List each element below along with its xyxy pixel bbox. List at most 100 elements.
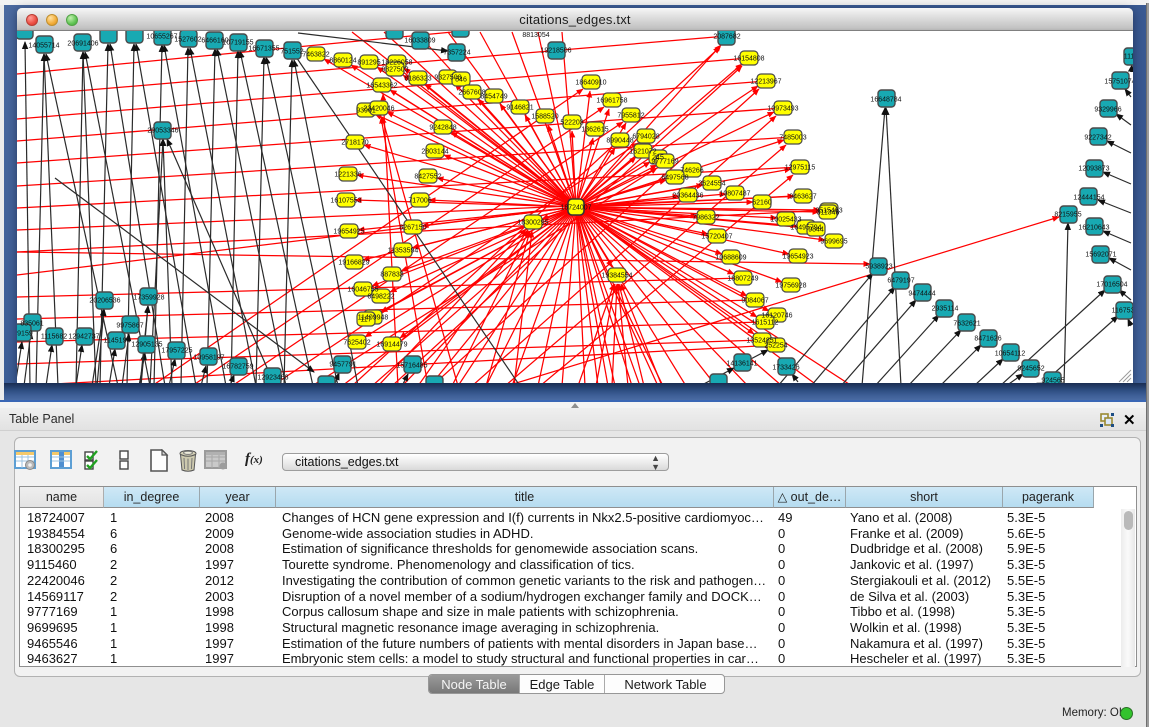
svg-text:7463822: 7463822	[302, 52, 329, 59]
svg-text:1527602: 1527602	[174, 37, 201, 44]
svg-text:8267150: 8267150	[399, 225, 426, 232]
svg-text:18300295: 18300295	[517, 220, 548, 227]
svg-text:8860124: 8860124	[329, 58, 356, 65]
svg-text:6794028: 6794028	[632, 134, 659, 141]
svg-text:20206536: 20206536	[89, 298, 120, 305]
svg-text:23420046: 23420046	[363, 106, 394, 113]
svg-text:15716485: 15716485	[396, 363, 427, 370]
svg-text:1145194: 1145194	[104, 338, 131, 345]
svg-text:16648784: 16648784	[870, 97, 901, 104]
svg-text:891295: 891295	[357, 60, 380, 67]
svg-text:717006: 717006	[408, 198, 431, 205]
svg-text:19384554: 19384554	[601, 273, 632, 280]
svg-text:8186323: 8186323	[404, 76, 431, 83]
svg-text:9827503: 9827503	[381, 67, 408, 74]
svg-text:16210643: 16210643	[1078, 225, 1109, 232]
svg-text:12942737: 12942737	[68, 334, 99, 341]
svg-text:19166829: 19166829	[338, 260, 369, 267]
svg-text:17016504: 17016504	[1096, 282, 1127, 289]
svg-text:19756928: 19756928	[775, 283, 806, 290]
svg-text:16033809: 16033809	[404, 38, 435, 45]
svg-text:9777169: 9777169	[651, 159, 678, 166]
svg-text:16914479: 16914479	[376, 342, 407, 349]
svg-text:9329966: 9329966	[1094, 107, 1121, 114]
svg-text:9975867: 9975867	[116, 323, 143, 330]
svg-text:20364436: 20364436	[672, 193, 703, 200]
svg-text:39159: 39159	[17, 331, 33, 338]
svg-text:12975115: 12975115	[785, 165, 816, 172]
svg-text:1115682: 1115682	[41, 334, 67, 341]
svg-text:19654923: 19654923	[782, 254, 813, 261]
svg-text:18640910: 18640910	[575, 80, 606, 87]
svg-text:1733426: 1733426	[772, 365, 799, 372]
svg-text:7955812: 7955812	[617, 113, 644, 120]
svg-text:1588520: 1588520	[531, 114, 558, 121]
svg-text:3624554: 3624554	[698, 181, 725, 188]
svg-text:2803144: 2803144	[421, 149, 448, 156]
svg-text:9457791: 9457791	[329, 362, 356, 369]
svg-text:18807249: 18807249	[727, 276, 758, 283]
svg-text:16107553: 16107553	[330, 198, 361, 205]
svg-text:9245652: 9245652	[1017, 366, 1044, 373]
svg-text:2935114: 2935114	[932, 306, 959, 313]
svg-text:10025433: 10025433	[770, 217, 801, 224]
svg-text:10973493: 10973493	[767, 106, 798, 113]
svg-text:311346: 311346	[817, 210, 840, 217]
svg-text:117: 117	[360, 317, 371, 324]
svg-text:11353594: 11353594	[388, 248, 419, 255]
svg-text:16154808: 16154808	[733, 56, 764, 63]
svg-text:9227342: 9227342	[1084, 135, 1111, 142]
svg-text:6497568: 6497568	[661, 175, 688, 182]
svg-text:7625402: 7625402	[343, 340, 370, 347]
svg-text:16671355: 16671355	[248, 46, 279, 53]
svg-text:8813054: 8813054	[522, 32, 549, 39]
svg-text:252254: 252254	[764, 343, 787, 350]
svg-text:1615112: 1615112	[752, 320, 779, 327]
svg-text:9844: 9844	[808, 227, 824, 234]
svg-text:17957225: 17957225	[161, 348, 192, 355]
svg-text:16120746: 16120746	[761, 313, 792, 320]
svg-text:7632621: 7632621	[953, 321, 980, 328]
svg-text:1167534: 1167534	[1112, 308, 1133, 315]
svg-text:16046755: 16046755	[347, 287, 378, 294]
svg-text:11173: 11173	[1124, 54, 1133, 61]
svg-text:522203: 522203	[560, 120, 583, 127]
svg-text:9242848: 9242848	[429, 125, 456, 132]
svg-text:2087682: 2087682	[713, 34, 740, 41]
svg-text:15720407: 15720407	[701, 234, 732, 241]
svg-text:2718170: 2718170	[341, 140, 368, 147]
svg-text:15692071: 15692071	[1085, 252, 1116, 259]
svg-text:12213967: 12213967	[750, 79, 781, 86]
svg-text:1221336: 1221336	[334, 172, 361, 179]
svg-text:6479197: 6479197	[887, 278, 914, 285]
svg-text:62160: 62160	[752, 200, 772, 207]
svg-text:5938923: 5938923	[865, 264, 892, 271]
svg-text:19654925: 19654925	[333, 229, 364, 236]
svg-text:16543362: 16543362	[366, 83, 397, 90]
svg-text:17359928: 17359928	[133, 295, 164, 302]
svg-text:8471626: 8471626	[974, 336, 1001, 343]
svg-text:19218506: 19218506	[540, 48, 571, 55]
svg-text:9463627: 9463627	[789, 194, 816, 201]
svg-text:746266: 746266	[680, 168, 703, 175]
svg-text:16961758: 16961758	[596, 98, 627, 105]
svg-text:546: 546	[455, 77, 467, 84]
svg-text:9474444: 9474444	[908, 291, 935, 298]
svg-text:6498222: 6498222	[367, 294, 394, 301]
svg-text:751552: 751552	[280, 49, 303, 56]
svg-text:8990448: 8990448	[606, 138, 633, 145]
svg-text:8215955: 8215955	[1054, 212, 1081, 219]
svg-text:10807487: 10807487	[719, 191, 750, 198]
svg-text:9699695: 9699695	[820, 239, 847, 246]
svg-text:10958197: 10958197	[193, 355, 224, 362]
svg-text:8427552: 8427552	[414, 174, 441, 181]
svg-text:12905135: 12905135	[131, 342, 162, 349]
svg-text:10688609: 10688609	[715, 255, 746, 262]
svg-text:18226058: 18226058	[381, 60, 412, 67]
svg-text:12444154: 12444154	[1073, 195, 1104, 202]
svg-text:15751074: 15751074	[1104, 79, 1133, 86]
svg-text:8454749: 8454749	[480, 94, 507, 101]
svg-text:14136141: 14136141	[726, 361, 757, 368]
svg-text:9084067: 9084067	[741, 298, 768, 305]
svg-text:887833: 887833	[380, 272, 403, 279]
